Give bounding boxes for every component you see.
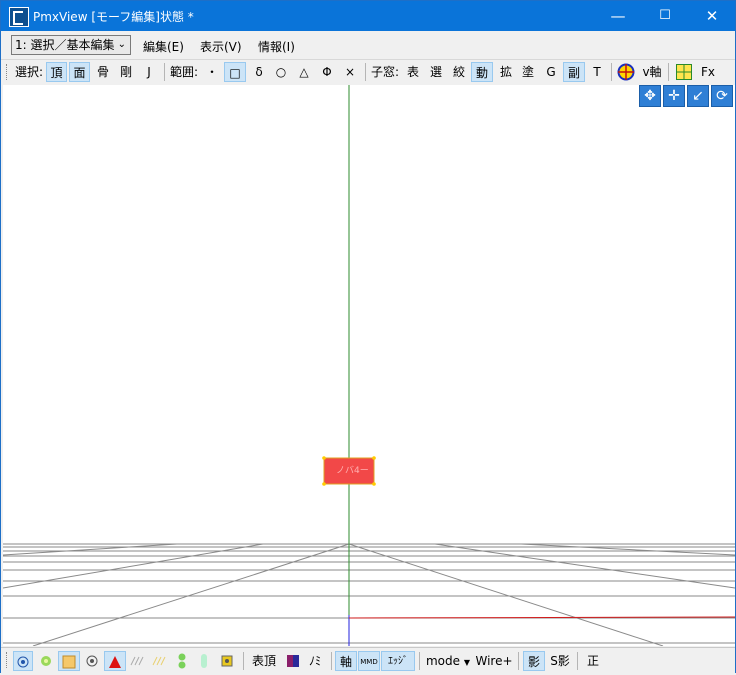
child-paint-button[interactable]: 塗 — [518, 62, 538, 82]
move-all-icon[interactable]: ✥ — [639, 85, 661, 107]
v-axis-button[interactable]: v軸 — [640, 62, 664, 82]
toolbar-grip[interactable] — [6, 652, 10, 668]
range-rect-button[interactable]: □ — [224, 62, 246, 82]
toolbar-separator — [243, 652, 244, 670]
child-select-button[interactable]: 選 — [426, 62, 446, 82]
3d-viewport[interactable]: ノバ4ー ✥ ✛ ↙ ⟳ — [3, 85, 735, 646]
ortho-toggle-button[interactable]: 正 — [582, 651, 604, 671]
grid-color-icon[interactable] — [673, 62, 695, 82]
capsule-icon[interactable] — [194, 651, 214, 671]
red-triangle-icon[interactable] — [104, 651, 126, 671]
child-sub-button[interactable]: 副 — [563, 62, 585, 82]
self-shadow-button[interactable]: S影 — [547, 651, 573, 671]
face-highlight-icon[interactable] — [58, 651, 80, 671]
child-table-button[interactable]: 表 — [403, 62, 423, 82]
select-bone-button[interactable]: 骨 — [93, 62, 113, 82]
app-window: PmxView [モーフ編集]状態 * — ☐ ✕ 1: 選択／基本編集 ⌄ 編… — [0, 0, 736, 674]
child-g-button[interactable]: G — [541, 62, 561, 82]
child-window-label: 子窓: — [370, 65, 400, 79]
range-phi-button[interactable]: Φ — [317, 62, 337, 82]
select-vertex-button[interactable]: 頂 — [46, 62, 67, 82]
select-rigid-button[interactable]: 剛 — [116, 62, 136, 82]
edit-mode-select[interactable]: 1: 選択／基本編集 ⌄ — [11, 35, 131, 55]
range-delta-button[interactable]: δ — [249, 62, 269, 82]
axis-gizmo-icon[interactable] — [615, 62, 637, 82]
caret-down-icon: ▼ — [463, 658, 470, 667]
vertex-display-button[interactable]: 表頂 — [249, 651, 279, 671]
toolbar-separator — [668, 63, 669, 81]
toolbar-separator — [164, 63, 165, 81]
mode-dropdown[interactable]: mode ▼ — [424, 651, 472, 671]
shadow-toggle-button[interactable]: 影 — [523, 651, 545, 671]
window-title: PmxView [モーフ編集]状態 * — [33, 10, 194, 24]
scene-canvas[interactable] — [3, 85, 735, 646]
main-toolbar: 選択: 頂 面 骨 剛 J 範囲: ・ □ δ ○ △ Φ × 子窓: 表 選 … — [1, 59, 735, 84]
child-filter-button[interactable]: 絞 — [449, 62, 469, 82]
vertex-dot-icon[interactable] — [13, 651, 33, 671]
mmd-toggle-button[interactable]: MMD — [358, 651, 380, 671]
nomi-button[interactable]: ﾉﾐ — [305, 651, 325, 671]
view-nav-group: ✥ ✛ ↙ ⟳ — [639, 85, 735, 107]
toolbar-grip[interactable] — [6, 64, 10, 80]
title-bar[interactable]: PmxView [モーフ編集]状態 * — ☐ ✕ — [1, 1, 735, 31]
select-face-button[interactable]: 面 — [69, 62, 90, 82]
toolbar-separator — [365, 63, 366, 81]
morph-label: ノバ4ー — [336, 466, 369, 476]
minimize-button[interactable]: — — [595, 1, 641, 31]
move-z-icon[interactable]: ↙ — [687, 85, 709, 107]
range-triangle-button[interactable]: △ — [294, 62, 314, 82]
ground-grid — [3, 543, 735, 646]
select-joint-button[interactable]: J — [140, 62, 158, 82]
menu-info[interactable]: 情報(I) — [258, 38, 295, 55]
yellow-lines-icon[interactable] — [150, 651, 170, 671]
toolbar-separator — [611, 63, 612, 81]
toolbar-separator — [419, 652, 420, 670]
app-icon[interactable] — [9, 7, 29, 27]
maximize-button[interactable]: ☐ — [642, 1, 688, 31]
toolbar-separator — [331, 652, 332, 670]
child-scale-button[interactable]: 拡 — [496, 62, 516, 82]
bottom-toolbar: 表頂 ﾉﾐ 軸 MMD ｴｯｼﾞ mode ▼ Wire+ 影 S影 正 — [1, 647, 735, 674]
range-circle-button[interactable]: ○ — [271, 62, 291, 82]
chevron-down-icon: ⌄ — [117, 39, 126, 50]
toolbar-separator — [518, 652, 519, 670]
toolbar-separator — [577, 652, 578, 670]
close-button[interactable]: ✕ — [689, 1, 735, 31]
menu-edit[interactable]: 編集(E) — [143, 38, 184, 55]
axis-toggle-button[interactable]: 軸 — [335, 651, 357, 671]
spark-icon[interactable] — [36, 651, 56, 671]
menu-view[interactable]: 表示(V) — [200, 38, 242, 55]
joint-icon[interactable] — [216, 651, 238, 671]
color-swatch-icon[interactable] — [283, 651, 303, 671]
move-xy-icon[interactable]: ✛ — [663, 85, 685, 107]
range-label: 範囲: — [169, 65, 199, 79]
child-t-button[interactable]: T — [588, 62, 606, 82]
range-point-button[interactable]: ・ — [202, 62, 222, 82]
target-icon[interactable] — [82, 651, 102, 671]
range-clear-button[interactable]: × — [340, 62, 360, 82]
menu-bar: 1: 選択／基本編集 ⌄ 編集(E) 表示(V) 情報(I) — [1, 32, 735, 59]
fx-button[interactable]: Fx — [697, 62, 719, 82]
hair-lines-icon[interactable] — [128, 651, 148, 671]
wire-plus-button[interactable]: Wire+ — [475, 651, 513, 671]
mode-label: mode — [425, 654, 461, 668]
child-move-button[interactable]: 動 — [471, 62, 493, 82]
rotate-icon[interactable]: ⟳ — [711, 85, 733, 107]
edge-toggle-button[interactable]: ｴｯｼﾞ — [381, 651, 415, 671]
select-label: 選択: — [14, 65, 44, 79]
green-dots-icon[interactable] — [172, 651, 192, 671]
edit-mode-value: 1: 選択／基本編集 — [15, 38, 115, 52]
